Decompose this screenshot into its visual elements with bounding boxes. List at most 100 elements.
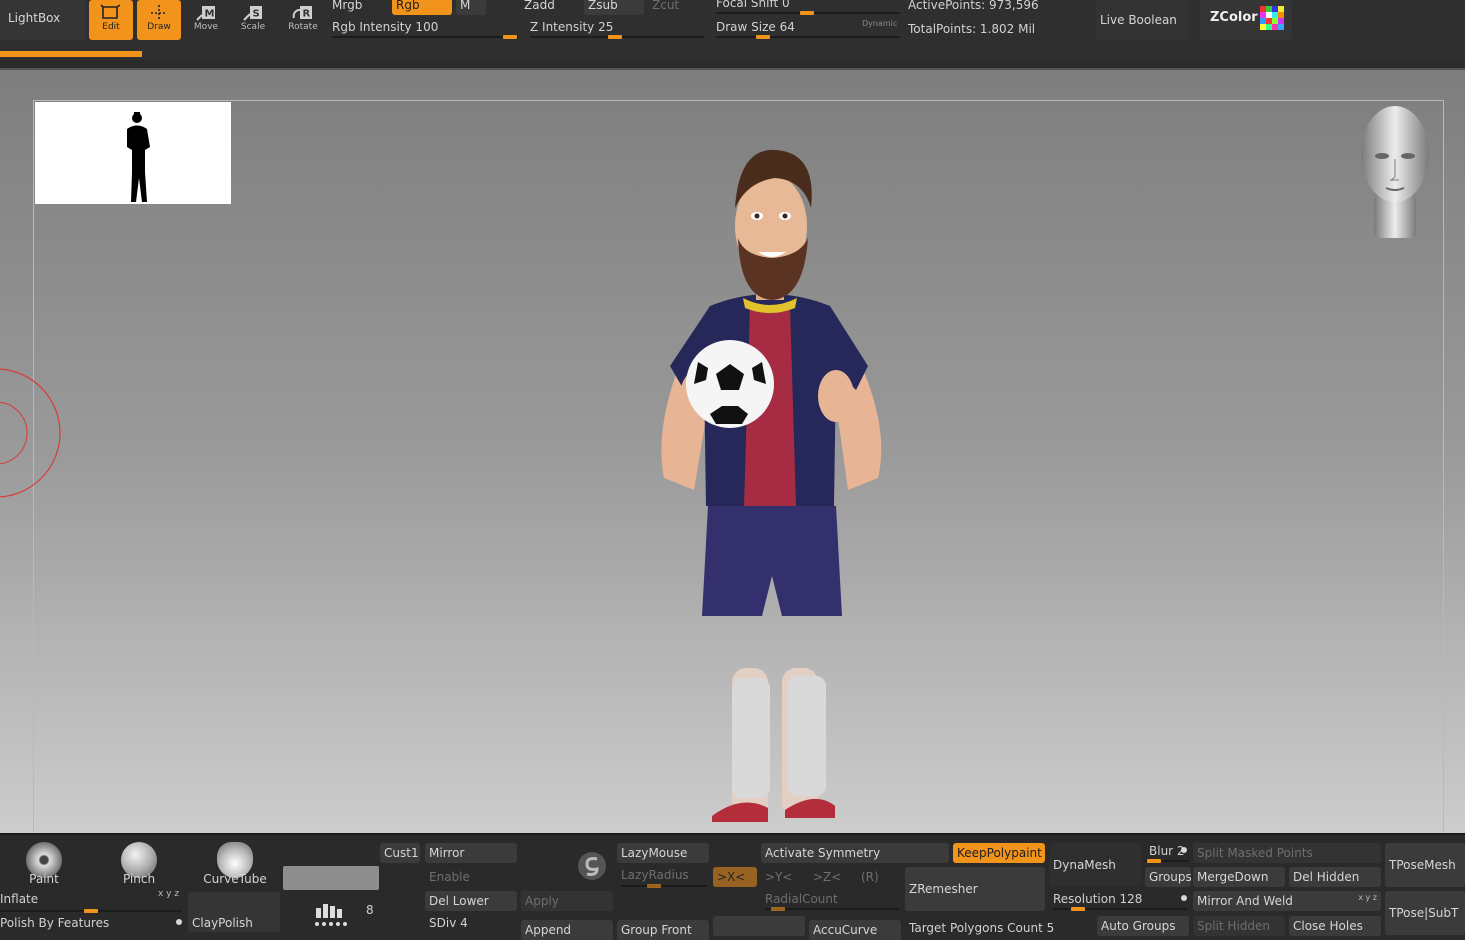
zcut-button[interactable]: Zcut (648, 0, 704, 15)
curvetube-brush-button[interactable]: CurveTube (195, 842, 275, 886)
rotate-icon: R (292, 6, 312, 20)
draw-tool-label: Draw (147, 22, 171, 32)
rotate-tool-label: Rotate (288, 22, 318, 32)
move-icon: M (196, 6, 215, 21)
lazyradius-slider[interactable] (621, 884, 707, 888)
accucurve-button[interactable]: AccuCurve (809, 920, 901, 940)
blur-slider[interactable] (1145, 859, 1189, 863)
target-polygons-label: Target Polygons Count 5 (909, 921, 1055, 935)
live-boolean-button[interactable]: Live Boolean (1096, 0, 1188, 40)
total-points-readout: TotalPoints: 1.802 Mil (908, 22, 1036, 36)
lazymouse-icon[interactable] (577, 851, 607, 881)
tposemesh-button[interactable]: TPoseMesh (1385, 843, 1465, 887)
append-button[interactable]: Append (521, 920, 613, 940)
zcolor-label: ZColor (1210, 10, 1258, 25)
stroke-count-icon (315, 904, 347, 926)
focal-shift-label: Focal Shift 0 (716, 0, 790, 10)
dynamic-toggle[interactable]: Dynamic (862, 19, 897, 28)
polish-by-features-label: Polish By Features (0, 916, 110, 930)
lazymouse-button[interactable]: LazyMouse (617, 843, 709, 863)
draw-icon (151, 5, 167, 21)
mirror-button[interactable]: Mirror (425, 843, 517, 863)
z-axis-toggle[interactable]: >Z< (813, 870, 841, 884)
resolution-dot[interactable] (1181, 895, 1187, 901)
scale-tool-label: Scale (240, 22, 266, 32)
auto-groups-button[interactable]: Auto Groups (1097, 916, 1189, 936)
lazyradius-label: LazyRadius (621, 868, 689, 882)
enable-button[interactable]: Enable (425, 867, 517, 887)
blur-dot[interactable] (1181, 847, 1187, 853)
tpose-subt-button[interactable]: TPose|SubT (1385, 891, 1465, 935)
split-masked-points-button[interactable]: Split Masked Points (1193, 843, 1381, 863)
zcolor-palette-icon (1260, 6, 1284, 30)
draw-tool-button[interactable]: Draw (137, 0, 181, 40)
split-hidden-button[interactable]: Split Hidden (1193, 916, 1285, 936)
claypolish-button[interactable]: ClayPolish (188, 892, 280, 932)
move-tool-label: Move (193, 22, 219, 32)
z-intensity-slider[interactable] (530, 35, 704, 39)
mrgb-button[interactable]: Mrgb (328, 0, 388, 15)
pinch-brush-button[interactable]: Pinch (99, 842, 179, 886)
inflate-slider[interactable] (0, 909, 182, 913)
mergedown-button[interactable]: MergeDown (1193, 867, 1285, 887)
stroke-count-value: 8 (366, 903, 374, 917)
mirror-and-weld-label: Mirror And Weld (1197, 894, 1293, 908)
rotate-tool-button[interactable]: R Rotate (281, 0, 325, 40)
silhouette-thumbnail-icon (127, 112, 150, 202)
radialcount-label: RadialCount (765, 892, 838, 906)
resolution-slider[interactable] (1053, 907, 1187, 911)
m-button[interactable]: M (456, 0, 486, 15)
rgb-intensity-slider[interactable] (332, 35, 518, 39)
cust1-button[interactable]: Cust1 (380, 843, 420, 863)
dynamesh-button[interactable]: DynaMesh (1049, 843, 1141, 887)
progress-bar (0, 51, 142, 57)
group-front-button[interactable]: Group Front (617, 920, 709, 940)
focal-shift-slider[interactable] (716, 11, 900, 15)
lightbox-button[interactable]: LightBox (0, 0, 86, 40)
keeppolypaint-button[interactable]: KeepPolypaint (953, 843, 1045, 863)
mirror-and-weld-button[interactable]: Mirror And Weld x y z (1193, 891, 1381, 911)
apply-button[interactable]: Apply (521, 891, 613, 911)
radialcount-slider[interactable] (765, 907, 899, 911)
navigation-head-icon[interactable] (1352, 104, 1438, 240)
paint-brush-button[interactable]: Paint (4, 842, 84, 886)
draw-size-label: Draw Size 64 (716, 20, 795, 34)
draw-size-slider[interactable] (716, 35, 900, 39)
zadd-button[interactable]: Zadd (520, 0, 580, 15)
blur-label: Blur 2 (1149, 844, 1185, 858)
character-model[interactable] (640, 148, 900, 833)
svg-text:M: M (205, 9, 215, 20)
pinch-brush-label: Pinch (122, 872, 156, 886)
edit-tool-button[interactable]: Edit (89, 0, 133, 40)
zsub-button[interactable]: Zsub (584, 0, 644, 15)
y-axis-toggle[interactable]: >Y< (765, 870, 792, 884)
del-lower-button[interactable]: Del Lower (425, 891, 517, 911)
mirror-weld-xyz-toggle[interactable]: x y z (1358, 891, 1377, 908)
stroke-preview-box[interactable] (283, 866, 379, 890)
x-axis-toggle[interactable]: >X< (713, 867, 757, 887)
resolution-label: Resolution 128 (1053, 892, 1143, 906)
scale-icon: S (243, 6, 262, 21)
curvetube-brush-label: CurveTube (203, 872, 267, 886)
silhouette-thumbnail[interactable] (35, 102, 231, 204)
del-hidden-button[interactable]: Del Hidden (1289, 867, 1381, 887)
paint-brush-label: Paint (29, 872, 59, 886)
close-holes-button[interactable]: Close Holes (1289, 916, 1381, 936)
activate-symmetry-button[interactable]: Activate Symmetry (761, 843, 949, 863)
zremesher-button[interactable]: ZRemesher (905, 867, 1045, 911)
zcolor-button[interactable]: ZColor (1200, 0, 1292, 40)
rgb-button[interactable]: Rgb (392, 0, 452, 15)
svg-text:R: R (303, 9, 311, 20)
edit-icon (100, 4, 121, 19)
inflate-xyz-toggle[interactable]: x y z (158, 889, 179, 899)
groups-button[interactable]: Groups (1145, 867, 1191, 887)
sdiv-label: SDiv 4 (429, 916, 468, 930)
polish-by-features-dot[interactable] (176, 919, 182, 925)
unnamed-button[interactable] (713, 916, 805, 936)
z-intensity-label: Z Intensity 25 (530, 20, 614, 34)
scale-tool-button[interactable]: S Scale (231, 0, 275, 40)
r-axis-toggle[interactable]: (R) (861, 870, 879, 884)
move-tool-button[interactable]: M Move (184, 0, 228, 40)
edit-tool-label: Edit (102, 22, 120, 32)
active-points-readout: ActivePoints: 973,596 (908, 0, 1039, 12)
